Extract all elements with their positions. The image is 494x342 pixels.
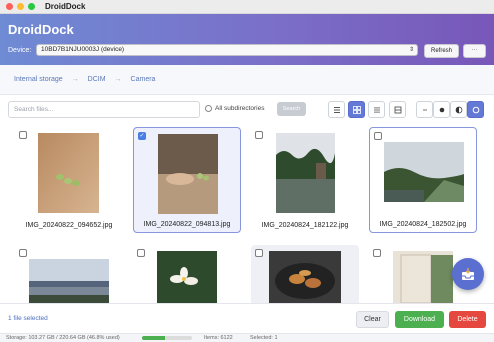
file-thumbnail [384,142,464,202]
items-count: Items: 6122 [204,335,233,341]
large-grid-icon [394,106,401,113]
selected-count: Selected: 1 [250,335,278,341]
chevron-updown-icon: ⇕ [408,47,414,53]
device-select[interactable]: 10BD7B1NJU0003J (device) ⇕ [36,44,418,56]
file-card[interactable] [133,245,241,303]
file-checkbox[interactable] [137,249,145,257]
file-grid: IMG_20240822_094652.jpg ✓ IMG_20240822_0… [0,125,494,303]
grid-view-button[interactable] [348,101,365,118]
file-checkbox[interactable] [19,131,27,139]
breadcrumb: Internal storage → DCIM → Camera [0,65,494,95]
list-icon [333,106,340,113]
window-titlebar: DroidDock [0,0,494,14]
file-name: IMG_20240822_094813.jpg [143,221,231,228]
list-view-button[interactable] [328,101,345,118]
file-thumbnail [393,251,453,303]
file-name: IMG_20240822_094652.jpg [25,222,113,229]
file-thumbnail [158,134,218,214]
grid-icon [352,105,361,114]
file-thumbnail [269,251,341,303]
theme-toggle-button[interactable] [450,101,467,118]
breadcrumb-item-camera[interactable]: Camera [131,76,156,83]
subdirectories-label: All subdirectories [215,105,265,112]
details-icon [373,107,380,112]
file-card[interactable]: ✓ IMG_20240822_094813.jpg [133,127,241,233]
zoom-window-button[interactable] [28,3,35,10]
file-card[interactable]: IMG_20240824_182502.jpg [369,127,477,233]
file-card[interactable] [251,245,359,303]
status-bar: Storage: 103.27 GB / 220.64 GB (46.8% us… [0,333,494,342]
app-title: DroidDock [8,22,74,37]
more-button[interactable]: ··· [463,44,486,58]
file-checkbox[interactable]: ✓ [138,132,146,140]
file-checkbox[interactable] [255,131,263,139]
contrast-icon [455,106,462,113]
minus-icon [422,109,427,110]
file-thumbnail [29,259,109,303]
device-label: Device: [8,47,32,54]
file-checkbox[interactable] [373,249,381,257]
arrow-right-icon: → [114,76,122,83]
file-checkbox[interactable] [374,132,382,140]
file-card[interactable]: IMG_20240822_094652.jpg [15,127,123,233]
breadcrumb-item-internal-storage[interactable]: Internal storage [14,76,63,83]
arrow-right-icon: → [71,76,79,83]
size-small-button[interactable] [416,101,433,118]
inbox-icon [462,268,474,280]
radio-icon [205,105,212,112]
file-card[interactable] [15,245,123,303]
file-name: IMG_20240824_182122.jpg [261,222,349,229]
floating-inbox-button[interactable] [452,258,484,290]
file-thumbnail [157,251,217,303]
clear-button[interactable]: Clear [356,311,389,328]
file-checkbox[interactable] [255,249,263,257]
breadcrumb-item-dcim[interactable]: DCIM [88,76,106,83]
window-title: DroidDock [45,2,86,11]
storage-status: Storage: 103.27 GB / 220.64 GB (46.8% us… [6,335,120,341]
dot-icon [439,107,444,112]
file-card[interactable]: IMG_20240824_182122.jpg [251,127,359,233]
circle-icon [472,106,479,113]
download-button[interactable]: Download [395,311,444,328]
storage-progress-bar [142,336,192,340]
search-input[interactable]: Search files... [8,101,200,118]
selection-count: 1 file selected [8,315,48,322]
search-button[interactable]: Search [277,102,306,116]
app-header: DroidDock Device: 10BD7B1NJU0003J (devic… [0,14,494,65]
delete-button[interactable]: Delete [449,311,486,328]
toolbar: Search files... All subdirectories Searc… [0,95,494,125]
refresh-button[interactable]: Refresh [424,44,459,58]
size-large-button[interactable] [467,101,484,118]
device-select-value: 10BD7B1NJU0003J (device) [41,46,125,53]
details-view-button[interactable] [368,101,385,118]
size-medium-button[interactable] [433,101,450,118]
file-thumbnail [38,133,99,213]
file-name: IMG_20240824_182502.jpg [379,221,467,228]
footer-bar: 1 file selected Clear Download Delete [0,303,494,333]
subdirectories-toggle[interactable]: All subdirectories [205,105,265,112]
minimize-window-button[interactable] [17,3,24,10]
close-window-button[interactable] [6,3,13,10]
file-thumbnail [276,133,335,213]
file-checkbox[interactable] [19,249,27,257]
large-grid-view-button[interactable] [389,101,406,118]
storage-progress-fill [142,336,166,340]
